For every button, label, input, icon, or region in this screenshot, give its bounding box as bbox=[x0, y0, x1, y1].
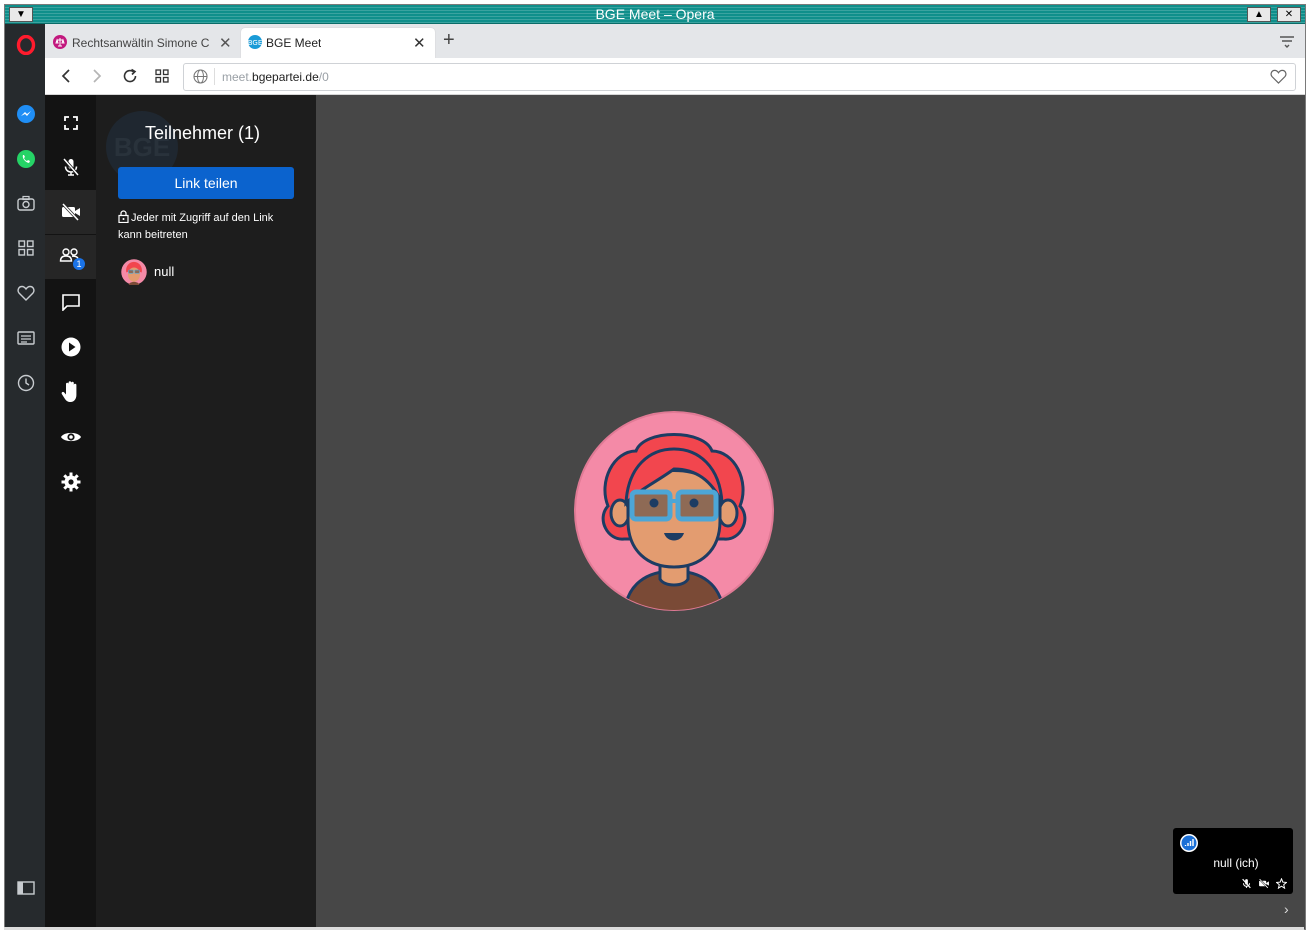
globe-icon[interactable] bbox=[193, 69, 208, 84]
messenger-icon[interactable] bbox=[15, 103, 37, 125]
tile-camera-off-icon bbox=[1259, 878, 1269, 889]
browser-window: ▼ BGE Meet – Opera ▲ ✕ Rechtsanwältin Si… bbox=[4, 4, 1306, 930]
settings-button[interactable] bbox=[45, 460, 96, 504]
new-tab-button[interactable]: + bbox=[443, 29, 455, 52]
history-clock-icon[interactable] bbox=[15, 372, 37, 394]
microphone-muted-icon bbox=[62, 158, 79, 176]
opera-sidebar bbox=[5, 24, 45, 929]
bookmark-heart-icon[interactable] bbox=[1270, 69, 1287, 84]
share-video-button[interactable] bbox=[45, 325, 96, 369]
tab-label: Rechtsanwältin Simone C bbox=[72, 36, 210, 50]
large-avatar bbox=[574, 411, 774, 611]
address-bar: meet.bgepartei.de/0 bbox=[45, 58, 1305, 95]
self-video-tile[interactable]: null (ich) bbox=[1173, 828, 1293, 894]
participant-name: null bbox=[154, 264, 175, 279]
window-title: BGE Meet – Opera bbox=[595, 6, 715, 22]
self-name-label: null (ich) bbox=[1213, 856, 1259, 870]
participants-title: Teilnehmer (1) bbox=[145, 123, 261, 143]
participants-button[interactable]: 1 bbox=[45, 235, 96, 279]
whatsapp-icon[interactable] bbox=[15, 148, 37, 170]
raise-hand-button[interactable] bbox=[45, 370, 96, 414]
reload-icon[interactable] bbox=[121, 67, 139, 85]
chat-button[interactable] bbox=[45, 280, 96, 324]
tile-star-icon bbox=[1276, 878, 1287, 889]
access-note-text: Jeder mit Zugriff auf den Link kann beit… bbox=[118, 212, 274, 241]
play-circle-icon bbox=[61, 337, 80, 357]
microphone-toggle-button[interactable] bbox=[45, 145, 96, 189]
back-icon[interactable] bbox=[57, 67, 75, 85]
window-titlebar[interactable]: ▼ BGE Meet – Opera ▲ ✕ bbox=[5, 5, 1305, 24]
eye-icon bbox=[60, 432, 81, 442]
camera-toggle-button[interactable] bbox=[45, 190, 96, 234]
opera-logo-icon[interactable] bbox=[15, 34, 37, 56]
speed-dial-grid-icon[interactable] bbox=[15, 237, 37, 259]
tile-view-button[interactable] bbox=[45, 415, 96, 459]
gear-icon bbox=[61, 472, 80, 492]
url-prefix: meet. bbox=[222, 70, 253, 84]
participant-avatar bbox=[121, 259, 147, 285]
maximize-button[interactable]: ▲ bbox=[1247, 7, 1271, 22]
connection-status-icon[interactable] bbox=[1179, 833, 1199, 853]
tile-mic-muted-icon bbox=[1242, 878, 1251, 889]
close-tab-icon[interactable]: ✕ bbox=[219, 34, 232, 52]
svg-text:BGE: BGE bbox=[248, 39, 262, 47]
fullscreen-button[interactable] bbox=[45, 101, 96, 145]
url-field[interactable]: meet.bgepartei.de/0 bbox=[183, 63, 1296, 91]
conference-stage: null (ich) › bbox=[316, 95, 1305, 929]
share-link-button[interactable]: Link teilen bbox=[118, 167, 294, 199]
chat-icon bbox=[61, 294, 80, 311]
fullscreen-icon bbox=[63, 116, 78, 130]
participant-list-item[interactable]: null bbox=[121, 259, 301, 285]
url-text: meet.bgepartei.de/0 bbox=[222, 70, 329, 84]
close-tab-icon[interactable]: ✕ bbox=[413, 34, 426, 52]
snapshot-camera-icon[interactable] bbox=[15, 192, 37, 214]
tab-menu-icon[interactable] bbox=[1279, 35, 1295, 49]
access-note: Jeder mit Zugriff auf den Link kann beit… bbox=[118, 210, 298, 244]
url-path: /0 bbox=[318, 70, 329, 84]
bge-logo-icon: BGE bbox=[248, 35, 262, 49]
news-icon[interactable] bbox=[15, 327, 37, 349]
raise-hand-icon bbox=[61, 381, 76, 402]
participant-count-badge: 1 bbox=[73, 258, 85, 270]
tab-rechtsanwaeltin[interactable]: Rechtsanwältin Simone C ✕ bbox=[47, 28, 237, 58]
bookmarks-heart-icon[interactable] bbox=[15, 282, 37, 304]
tab-bge-meet[interactable]: BGE BGE Meet ✕ bbox=[241, 28, 435, 58]
url-domain: bgepartei.de bbox=[252, 70, 319, 84]
forward-icon[interactable] bbox=[88, 67, 106, 85]
sidebar-toggle-icon[interactable] bbox=[15, 877, 37, 899]
tab-grid-icon[interactable] bbox=[153, 67, 171, 85]
lock-icon bbox=[118, 210, 129, 224]
camera-off-icon bbox=[61, 203, 80, 221]
participants-panel: BGE Teilnehmer (1) Link teilen Jeder mit… bbox=[96, 95, 316, 929]
chevron-right-icon[interactable]: › bbox=[1284, 901, 1289, 917]
law-scales-icon bbox=[53, 35, 67, 49]
close-window-button[interactable]: ✕ bbox=[1277, 7, 1301, 22]
tab-label: BGE Meet bbox=[266, 36, 322, 50]
window-bottom-edge bbox=[4, 927, 1304, 930]
meeting-toolbar: 1 bbox=[45, 95, 96, 929]
tab-strip: Rechtsanwältin Simone C ✕ BGE BGE Meet ✕… bbox=[45, 24, 1305, 59]
